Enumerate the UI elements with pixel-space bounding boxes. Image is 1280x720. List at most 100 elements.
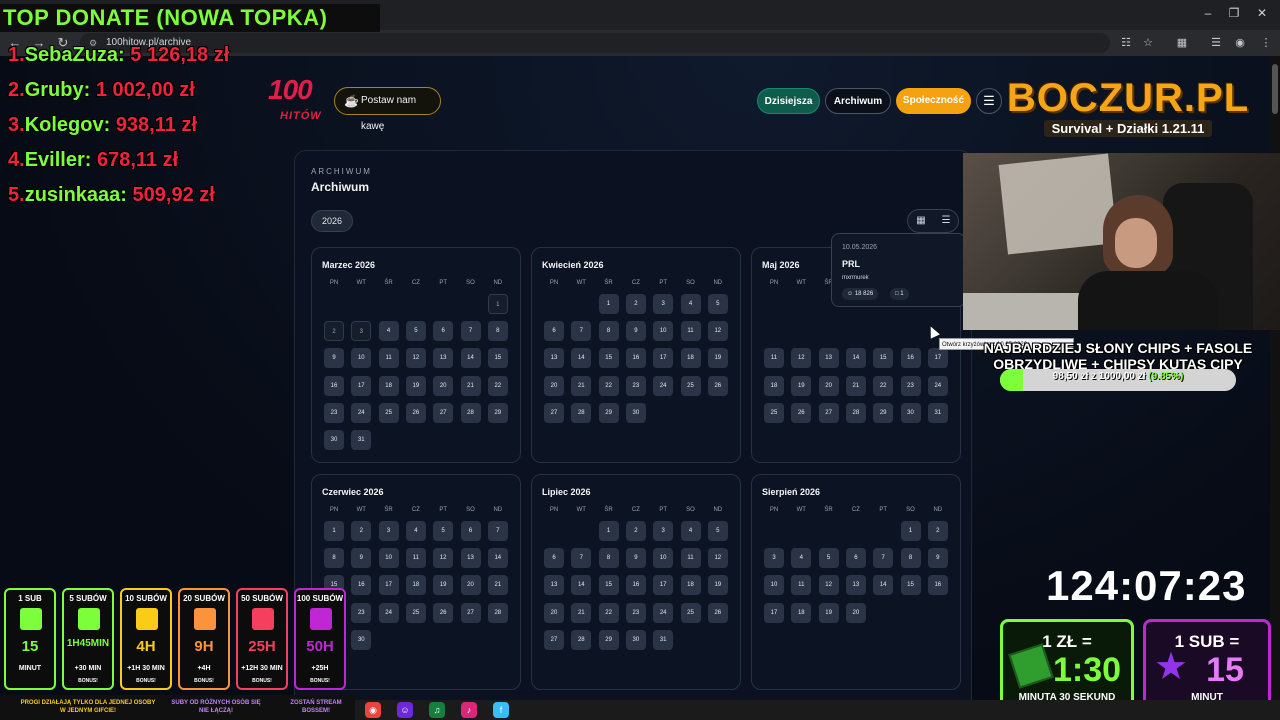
calendar-day[interactable]: 9 [927,548,948,569]
calendar-day[interactable]: 20 [818,375,839,396]
calendar-day[interactable]: 15 [487,348,508,369]
calendar-day[interactable]: 16 [927,575,948,596]
calendar-day[interactable]: 27 [544,629,564,650]
calendar-day[interactable]: 24 [927,375,948,396]
tiktok-icon[interactable]: ♪ [461,702,477,718]
calendar-day[interactable]: 14 [460,348,481,369]
calendar-day[interactable]: 23 [900,375,921,396]
calendar-day[interactable]: 16 [625,348,646,369]
calendar-day[interactable]: 4 [680,521,701,541]
calendar-day[interactable]: 17 [378,575,399,596]
calendar-day[interactable]: 21 [571,375,592,396]
calendar-day[interactable]: 26 [707,602,728,623]
calendar-day[interactable]: 29 [598,402,619,423]
calendar-day[interactable]: 20 [460,575,481,596]
nav-community-button[interactable]: Społeczność [896,88,971,114]
calendar-day[interactable]: 22 [487,375,508,396]
calendar-day[interactable]: 19 [818,602,839,623]
calendar-day[interactable]: 16 [351,575,372,596]
calendar-day[interactable]: 26 [791,402,812,423]
calendar-day[interactable]: 2 [351,521,372,541]
calendar-day[interactable]: 24 [653,602,674,623]
profile-avatar-icon[interactable]: ◉ [1232,34,1248,52]
calendar-day[interactable]: 29 [598,629,619,650]
calendar-day[interactable]: 25 [764,402,784,423]
calendar-day[interactable]: 20 [433,375,454,396]
calendar-day[interactable]: 18 [405,575,426,596]
calendar-day[interactable]: 23 [625,602,646,623]
calendar-day[interactable]: 2 [625,294,646,314]
calendar-day[interactable]: 12 [818,575,839,596]
calendar-day[interactable]: 8 [598,321,619,342]
media-icon[interactable]: ☰ [1208,34,1224,52]
calendar-day[interactable]: 4 [405,521,426,541]
calendar-day[interactable]: 5 [818,548,839,569]
calendar-day[interactable]: 5 [707,521,728,541]
calendar-day[interactable]: 26 [405,402,426,423]
calendar-day[interactable]: 18 [764,375,784,396]
calendar-day[interactable]: 1 [598,294,619,314]
calendar-day[interactable]: 31 [653,629,674,650]
calendar-day[interactable]: 26 [433,602,454,623]
calendar-day[interactable]: 19 [707,348,728,369]
calendar-day[interactable]: 12 [433,548,454,569]
calendar-day[interactable]: 19 [405,375,426,396]
calendar-day[interactable]: 31 [927,402,948,423]
calendar-day[interactable]: 29 [873,402,894,423]
calendar-day[interactable]: 14 [873,575,894,596]
calendar-day[interactable]: 29 [487,402,508,423]
calendar-day[interactable]: 7 [873,548,894,569]
calendar-day[interactable]: 31 [351,430,372,450]
calendar-day[interactable]: 4 [680,294,701,314]
calendar-day[interactable]: 17 [653,348,674,369]
calendar-day[interactable]: 6 [433,321,454,342]
calendar-day[interactable]: 28 [845,402,866,423]
calendar-day[interactable]: 28 [571,629,592,650]
calendar-day[interactable]: 13 [544,575,564,596]
calendar-day[interactable]: 3 [653,521,674,541]
url-input[interactable]: ⚙ 100hitow.pl/archive [80,33,1110,53]
calendar-day[interactable]: 10 [351,348,372,369]
calendar-day[interactable]: 9 [324,348,344,369]
translate-icon[interactable]: ☷ [1118,34,1134,52]
calendar-day[interactable]: 22 [873,375,894,396]
calendar-day[interactable]: 1 [487,294,508,314]
site-logo[interactable]: 100 HITÓW [268,76,324,124]
calendar-day[interactable]: 10 [764,575,784,596]
calendar-day[interactable]: 10 [378,548,399,569]
calendar-view-icon[interactable]: ▦ [909,210,933,232]
minimize-icon[interactable]: – [1198,6,1218,22]
calendar-day[interactable]: 5 [433,521,454,541]
calendar-day[interactable]: 15 [873,348,894,369]
calendar-day[interactable]: 25 [378,402,399,423]
calendar-day[interactable]: 27 [460,602,481,623]
calendar-day[interactable]: 3 [378,521,399,541]
calendar-day[interactable]: 7 [571,321,592,342]
calendar-day[interactable]: 10 [653,321,674,342]
calendar-day[interactable]: 28 [460,402,481,423]
calendar-day[interactable]: 9 [625,321,646,342]
calendar-day[interactable]: 13 [433,348,454,369]
calendar-day[interactable]: 3 [764,548,784,569]
calendar-day[interactable]: 20 [544,375,564,396]
calendar-day[interactable]: 11 [378,348,399,369]
calendar-day[interactable]: 11 [791,575,812,596]
calendar-day[interactable]: 2 [927,521,948,541]
calendar-day[interactable]: 8 [487,321,508,342]
calendar-day[interactable]: 17 [653,575,674,596]
calendar-day[interactable]: 17 [764,602,784,623]
calendar-day[interactable]: 9 [625,548,646,569]
calendar-day[interactable]: 11 [764,348,784,369]
calendar-day[interactable]: 23 [351,602,372,623]
list-view-icon[interactable]: ☰ [934,210,958,232]
calendar-day[interactable]: 30 [625,402,646,423]
calendar-day[interactable]: 10 [653,548,674,569]
calendar-day[interactable]: 22 [598,375,619,396]
calendar-day[interactable]: 12 [791,348,812,369]
calendar-day[interactable]: 19 [707,575,728,596]
calendar-day[interactable]: 16 [625,575,646,596]
calendar-day[interactable]: 6 [544,321,564,342]
calendar-day[interactable]: 28 [571,402,592,423]
calendar-day[interactable]: 20 [544,602,564,623]
calendar-day[interactable]: 7 [487,521,508,541]
